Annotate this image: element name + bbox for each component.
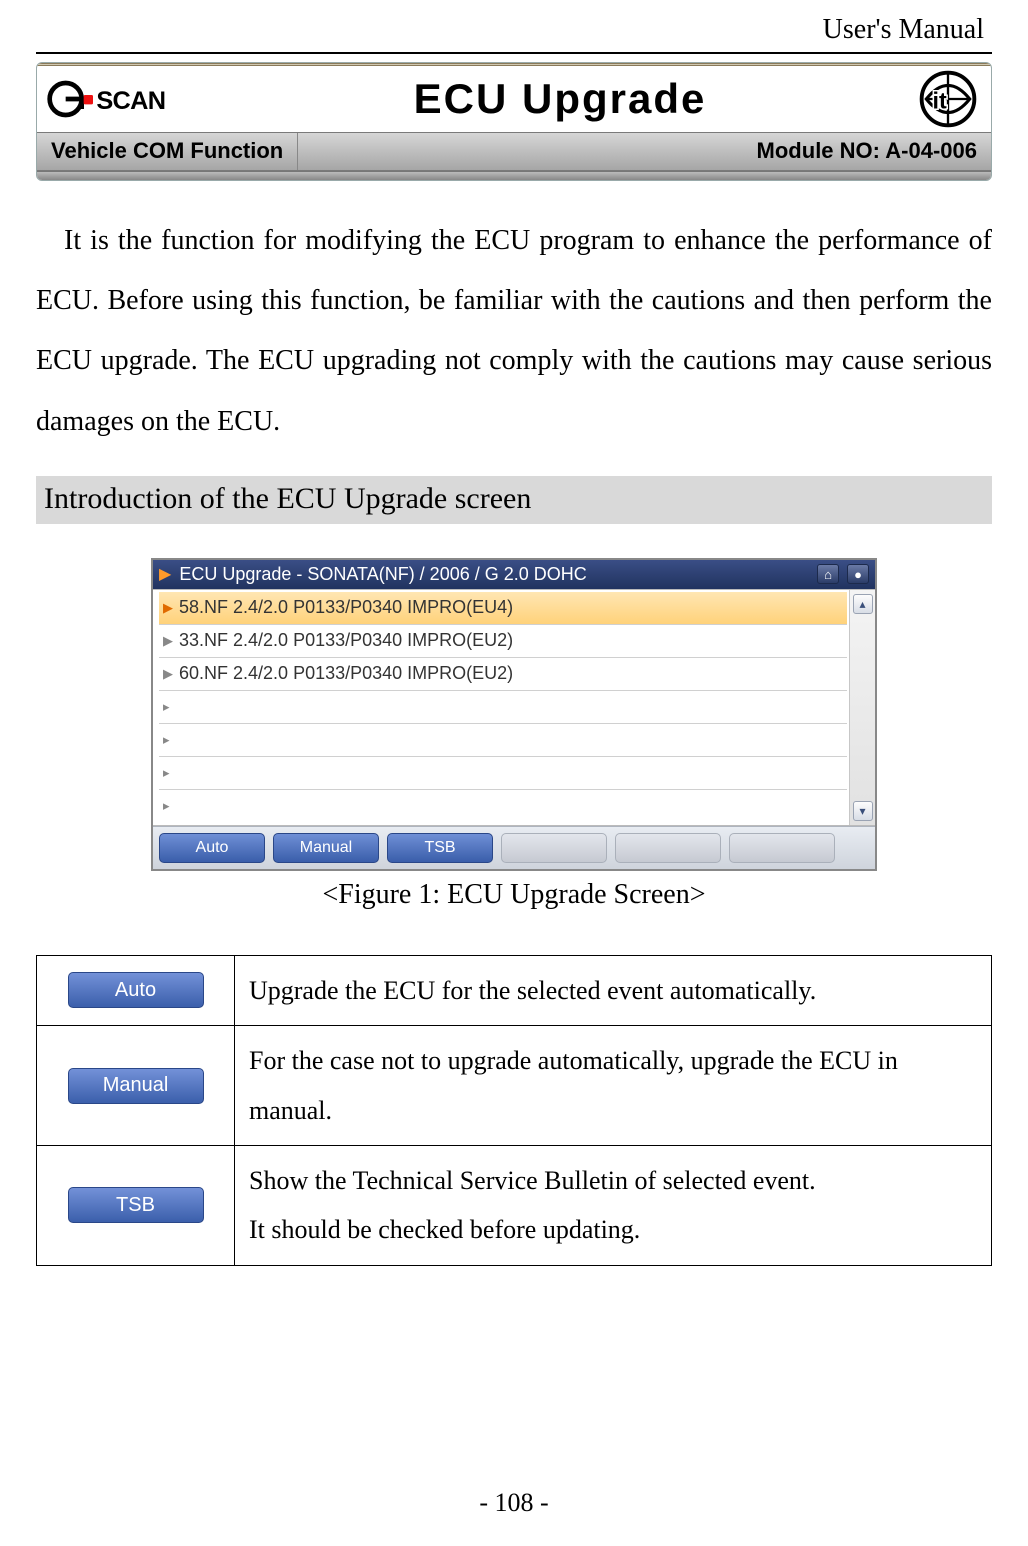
list-item[interactable]: ▶ 58.NF 2.4/2.0 P0133/P0340 IMPRO(EU4) <box>159 592 847 625</box>
list-item-label: 33.NF 2.4/2.0 P0133/P0340 IMPRO(EU2) <box>179 630 513 651</box>
table-row: Manual For the case not to upgrade autom… <box>37 1026 992 1146</box>
triangle-icon: ▶ <box>163 666 173 682</box>
auto-button[interactable]: Auto <box>159 833 265 863</box>
manual-button: Manual <box>68 1068 204 1104</box>
screenshot-title: ECU Upgrade - SONATA(NF) / 2006 / G 2.0 … <box>179 564 809 585</box>
figure-caption: <Figure 1: ECU Upgrade Screen> <box>36 879 992 911</box>
scroll-down-icon[interactable]: ▾ <box>853 801 873 821</box>
system-icon[interactable]: ● <box>847 564 869 584</box>
list-item-empty: ▸ <box>159 724 847 757</box>
list-item-empty: ▸ <box>159 757 847 790</box>
auto-button: Auto <box>68 972 204 1008</box>
list-item-label: 60.NF 2.4/2.0 P0133/P0340 IMPRO(EU2) <box>179 663 513 684</box>
triangle-icon: ▶ <box>159 564 171 584</box>
manual-header: User's Manual <box>36 0 992 52</box>
manual-description: For the case not to upgrade automaticall… <box>235 1026 992 1146</box>
manual-button[interactable]: Manual <box>273 833 379 863</box>
page-title: ECU Upgrade <box>207 75 913 123</box>
list-item-label: 58.NF 2.4/2.0 P0133/P0340 IMPRO(EU4) <box>179 597 513 618</box>
scroll-up-icon[interactable]: ▴ <box>853 594 873 614</box>
tsb-button[interactable]: TSB <box>387 833 493 863</box>
home-icon[interactable]: ⌂ <box>817 564 839 584</box>
page-number: - 108 - <box>0 1488 1028 1518</box>
header-rule <box>36 52 992 54</box>
section-heading: Introduction of the ECU Upgrade screen <box>36 476 992 524</box>
disabled-button <box>501 833 607 863</box>
disabled-button <box>615 833 721 863</box>
list-item-empty: ▸ <box>159 691 847 724</box>
list-item[interactable]: ▶ 33.NF 2.4/2.0 P0133/P0340 IMPRO(EU2) <box>159 625 847 658</box>
list-item[interactable]: ▶ 60.NF 2.4/2.0 P0133/P0340 IMPRO(EU2) <box>159 658 847 691</box>
scrollbar[interactable]: ▴ ▾ <box>849 590 875 825</box>
screenshot-toolbar: Auto Manual TSB <box>153 826 875 869</box>
event-list: ▶ 58.NF 2.4/2.0 P0133/P0340 IMPRO(EU4) ▶… <box>153 590 849 825</box>
tsb-description: Show the Technical Service Bulletin of s… <box>235 1145 992 1265</box>
auto-description: Upgrade the ECU for the selected event a… <box>235 955 992 1025</box>
table-row: TSB Show the Technical Service Bulletin … <box>37 1145 992 1265</box>
screenshot-titlebar: ▶ ECU Upgrade - SONATA(NF) / 2006 / G 2.… <box>153 560 875 589</box>
disabled-button <box>729 833 835 863</box>
button-definitions-table: Auto Upgrade the ECU for the selected ev… <box>36 955 992 1266</box>
triangle-icon: ▶ <box>163 600 173 616</box>
page-banner: SCAN ECU Upgrade it it Vehicle COM Funct… <box>36 62 992 181</box>
git-logo-icon: it it <box>913 68 983 130</box>
svg-text:it: it <box>933 87 947 113</box>
banner-function-label: Vehicle COM Function <box>37 133 298 170</box>
tsb-button: TSB <box>68 1187 204 1223</box>
list-item-empty: ▸ <box>159 790 847 823</box>
ecu-upgrade-screenshot: ▶ ECU Upgrade - SONATA(NF) / 2006 / G 2.… <box>151 558 877 871</box>
triangle-icon: ▶ <box>163 633 173 649</box>
table-row: Auto Upgrade the ECU for the selected ev… <box>37 955 992 1025</box>
svg-text:SCAN: SCAN <box>96 87 165 115</box>
banner-module-label: Module NO: A-04-006 <box>743 133 991 170</box>
intro-paragraph: It is the function for modifying the ECU… <box>36 211 992 452</box>
gscan-logo-icon: SCAN <box>47 75 207 123</box>
